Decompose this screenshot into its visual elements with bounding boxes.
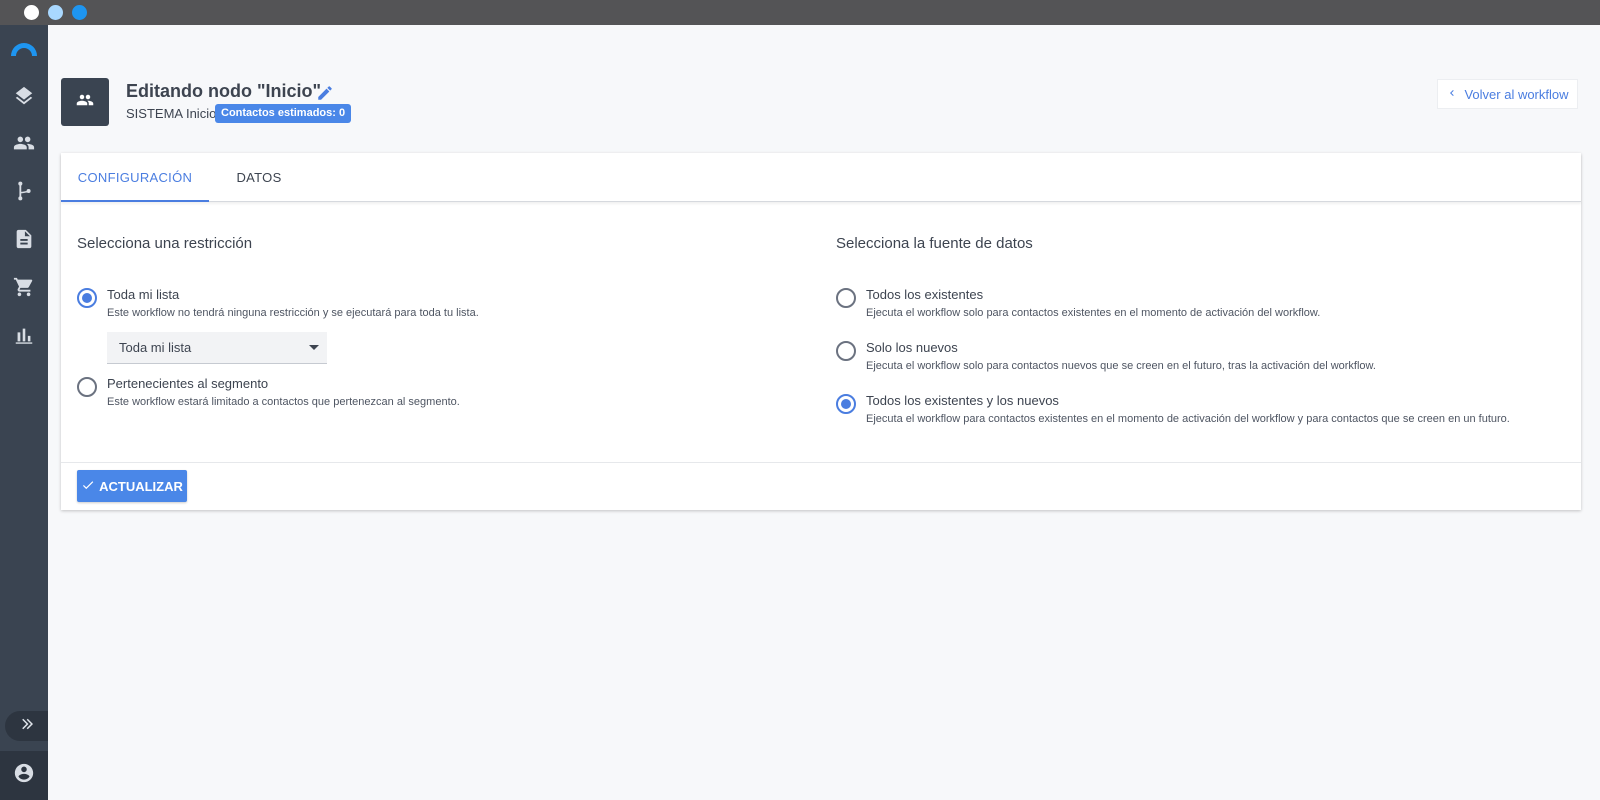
layers-icon[interactable] [12,84,36,108]
back-to-workflow-button[interactable]: Volver al workflow [1437,79,1578,109]
sidebar [0,25,48,800]
radio-pertenecientes-segmento[interactable] [77,377,97,397]
option-label: Pertenecientes al segmento [107,376,269,391]
option-description: Este workflow no tendrá ninguna restricc… [107,307,479,319]
document-icon[interactable] [12,227,36,251]
list-select-value: Toda mi lista [119,340,192,355]
tab-bar: CONFIGURACIÓN DATOS [61,153,1581,202]
option-description: Ejecuta el workflow solo para contactos … [866,360,1376,372]
radio-solo-nuevos[interactable] [836,341,856,361]
window-maximize-button[interactable] [72,5,87,20]
window-close-button[interactable] [24,5,39,20]
radio-existentes-y-nuevos[interactable] [836,394,856,414]
option-label: Todos los existentes [866,287,984,302]
option-description: Ejecuta el workflow solo para contactos … [866,307,1321,319]
source-section-title: Selecciona la fuente de datos [836,235,1033,252]
workflow-icon[interactable] [12,179,36,203]
caret-down-icon [309,345,319,350]
people-icon[interactable] [12,131,36,155]
node-subtitle: SISTEMA Inicio [126,106,217,121]
people-icon [76,91,94,114]
update-button[interactable]: ACTUALIZAR [77,470,187,502]
option-label: Todos los existentes y los nuevos [866,393,1059,408]
option-label: Toda mi lista [107,287,180,302]
option-label: Solo los nuevos [866,340,958,355]
radio-todos-existentes[interactable] [836,288,856,308]
edit-pencil-icon[interactable] [316,84,334,102]
tab-datos[interactable]: DATOS [209,153,309,202]
back-to-workflow-label: Volver al workflow [1464,86,1569,102]
logo-icon[interactable] [9,39,39,57]
page-title: Editando nodo "Inicio" [126,81,322,101]
window-minimize-button[interactable] [48,5,63,20]
card-footer-divider [61,462,1581,463]
update-button-label: ACTUALIZAR [99,478,183,494]
radio-toda-mi-lista[interactable] [77,288,97,308]
chevron-left-icon [1446,87,1458,102]
user-account-button[interactable] [0,751,48,800]
check-icon [81,478,95,495]
restriction-section-title: Selecciona una restricción [77,235,253,252]
cart-icon[interactable] [12,275,36,299]
bar-chart-icon[interactable] [12,323,36,347]
config-card: CONFIGURACIÓN DATOS Selecciona una restr… [61,153,1581,510]
double-chevron-right-icon [18,715,36,738]
account-circle-icon [13,762,35,789]
option-description: Este workflow estará limitado a contacto… [107,396,460,408]
node-type-icon-box [61,78,109,126]
window-titlebar [0,0,1600,25]
tab-configuracion[interactable]: CONFIGURACIÓN [61,153,209,202]
estimated-contacts-badge: Contactos estimados: 0 [215,104,352,123]
expand-sidebar-button[interactable] [5,711,48,741]
option-description: Ejecuta el workflow para contactos exist… [866,413,1510,425]
list-select[interactable]: Toda mi lista [107,332,327,364]
